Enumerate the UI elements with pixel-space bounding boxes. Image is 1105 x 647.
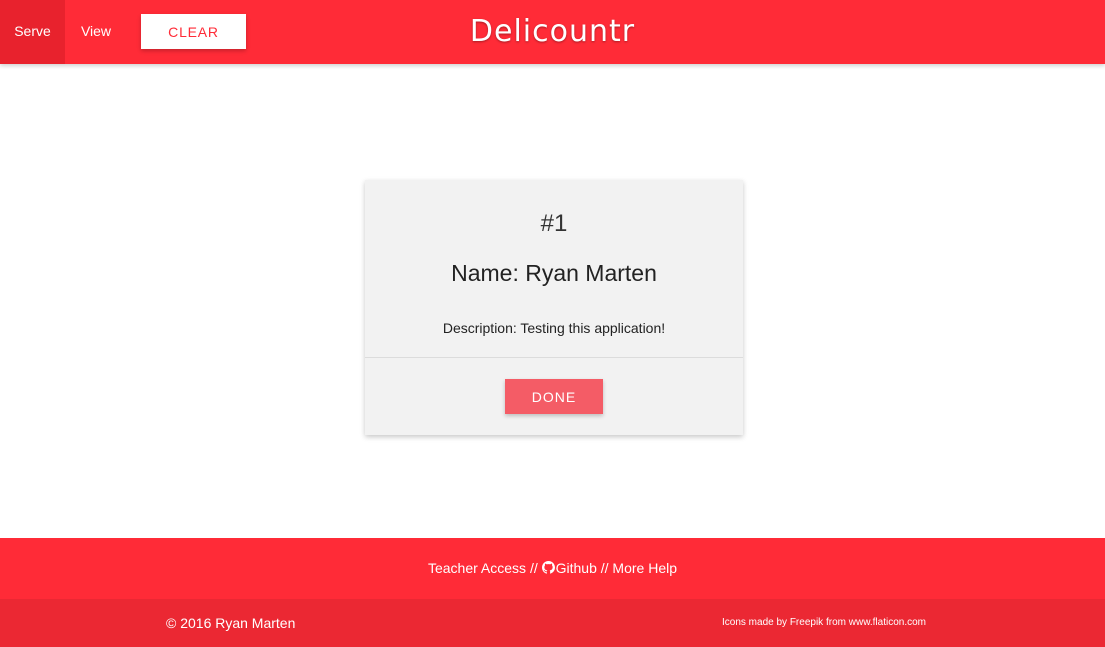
link-separator: //: [529, 560, 538, 576]
clear-button[interactable]: CLEAR: [141, 14, 246, 49]
main-content: #1 Name: Ryan Marten Description: Testin…: [0, 64, 1105, 538]
card-description: Description: Testing this application!: [442, 320, 666, 336]
copyright-text: © 2016 Ryan Marten: [166, 615, 296, 631]
footer-copyright-bar: © 2016 Ryan Marten Icons made by Freepik…: [0, 599, 1105, 647]
card-name: Name: Ryan Marten: [451, 260, 657, 286]
more-help-link[interactable]: More Help: [612, 560, 677, 576]
done-button[interactable]: DONE: [505, 379, 603, 414]
top-navbar: Serve View CLEAR Delicountr: [0, 0, 1105, 64]
footer-links: Teacher Access // Github // More Help: [0, 538, 1105, 599]
flaticon-link[interactable]: www.flaticon.com: [849, 617, 926, 628]
footer-links-bar: Teacher Access // Github // More Help: [0, 538, 1105, 599]
github-icon: [541, 561, 555, 574]
card-number: #1: [540, 210, 568, 237]
nav-tab-view[interactable]: View: [65, 0, 127, 64]
icon-credits: Icons made by Freepik from www.flaticon.…: [722, 599, 926, 647]
nav-tab-serve[interactable]: Serve: [0, 0, 65, 64]
credits-middle: from: [825, 617, 846, 628]
freepik-link[interactable]: Freepik: [790, 617, 823, 628]
link-separator: //: [600, 560, 609, 576]
queue-card: #1 Name: Ryan Marten Description: Testin…: [365, 180, 743, 435]
credits-prefix: Icons made by: [722, 617, 788, 628]
github-link-label: Github: [555, 560, 597, 576]
card-divider: [365, 357, 743, 358]
github-link[interactable]: Github: [541, 560, 597, 576]
teacher-access-link[interactable]: Teacher Access: [428, 560, 526, 576]
